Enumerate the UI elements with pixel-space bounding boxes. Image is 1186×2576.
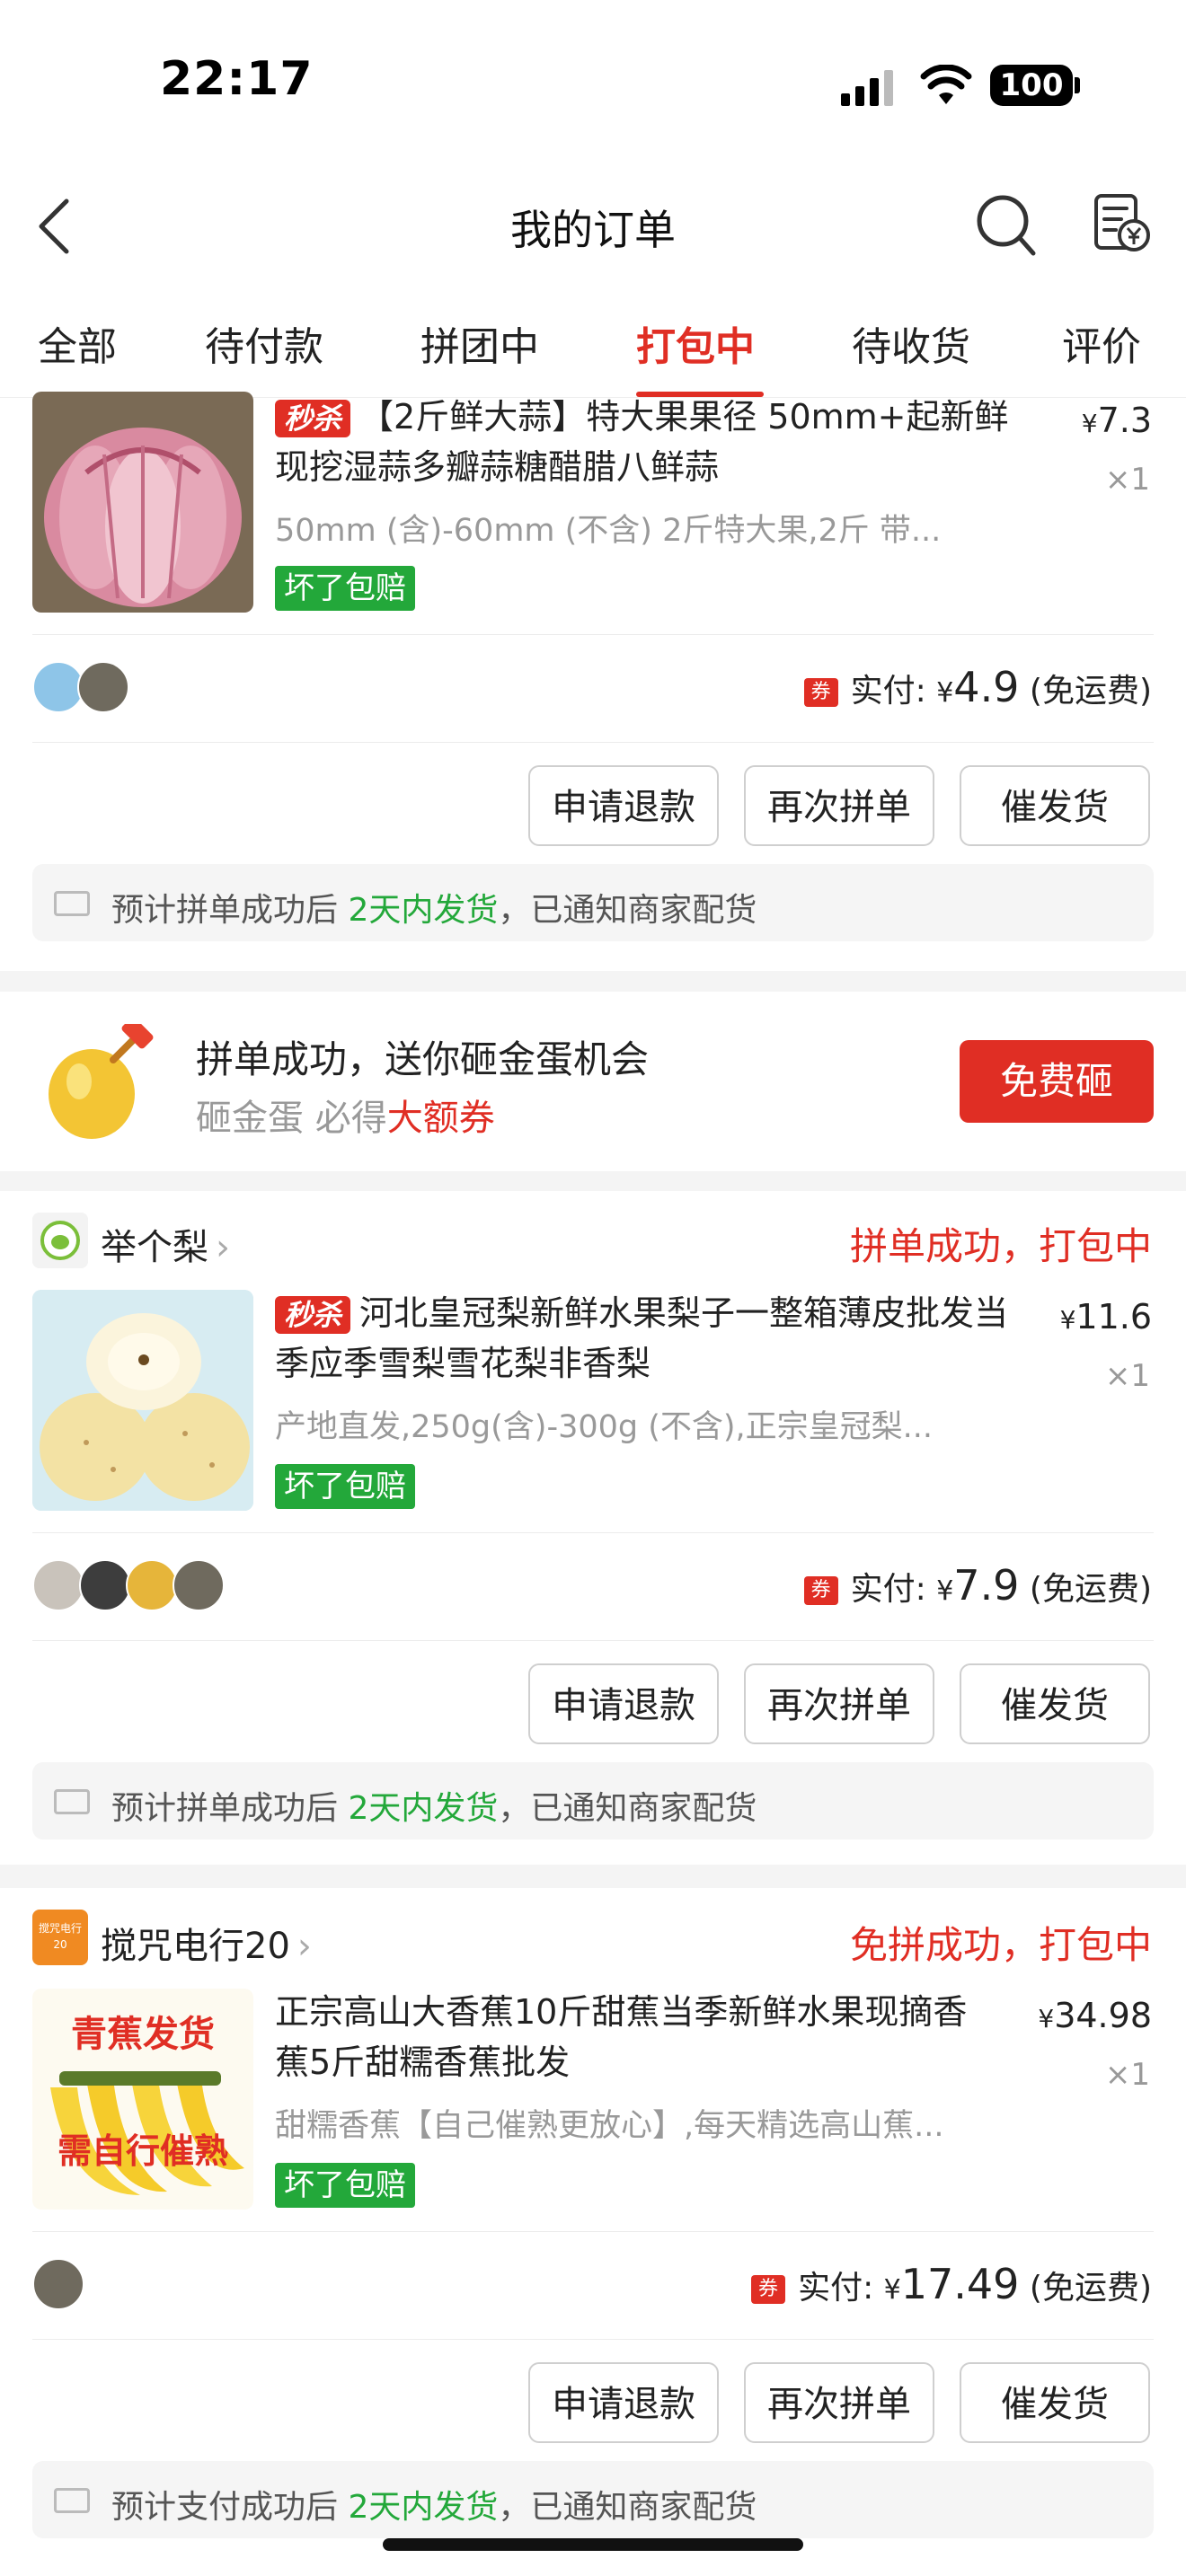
shipping-notice-text: 预计支付成功后 2天内发货，已通知商家配货 [111, 2489, 757, 2526]
home-indicator[interactable] [383, 2538, 803, 2551]
shop-logo[interactable]: 搅咒电行20 [32, 1910, 88, 1965]
egg-promo-title: 拼单成功，送你砸金蛋机会 [196, 1037, 650, 1081]
free-smash-button[interactable]: 免费砸 [960, 1040, 1154, 1123]
request-refund-button[interactable]: 申请退款 [528, 765, 719, 846]
product-image-pear[interactable] [32, 1290, 253, 1511]
avatar [32, 2258, 84, 2310]
package-icon [54, 1789, 90, 1814]
divider [32, 634, 1154, 635]
egg-promo-subtitle: 砸金蛋 必得大额券 [196, 1098, 495, 1139]
flash-sale-badge: 秒杀 [275, 1296, 351, 1334]
guarantee-badge: 坏了包赔 [275, 1464, 415, 1509]
product-price: ¥7.3 [1081, 401, 1152, 440]
bill-icon[interactable] [1091, 192, 1154, 259]
product-title[interactable]: 正宗高山大香蕉10斤甜蕉当季新鲜水果现摘香蕉5斤甜糯香蕉批发 [275, 1987, 985, 2087]
avatar [173, 1559, 225, 1611]
product-name: 【2斤鲜大蒜】特大果果径 50mm+起新鲜现挖湿蒜多瓣蒜糖醋腊八鲜蒜 [275, 397, 1009, 487]
battery-icon: 100 [990, 65, 1073, 106]
shipping-notice: 预计拼单成功后 2天内发货，已通知商家配货 [32, 1762, 1154, 1839]
tab-all[interactable]: 全部 [38, 314, 117, 372]
tab-packing[interactable]: 打包中 [636, 314, 755, 372]
product-spec: 50mm (含)-60mm (不含) 2斤特大果,2斤 带... [275, 513, 942, 549]
signal-icon [841, 70, 898, 110]
package-icon [54, 2488, 90, 2513]
divider [32, 2231, 1154, 2232]
status-time: 22:17 [160, 52, 314, 106]
order-status: 拼单成功，打包中 [849, 1224, 1152, 1268]
paid-amount: 券实付: ¥7.9 (免运费) [803, 1561, 1152, 1610]
paid-amount: 券实付: ¥4.9 (免运费) [803, 663, 1152, 711]
divider [32, 742, 1154, 743]
avatar [79, 1559, 131, 1611]
request-refund-button[interactable]: 申请退款 [528, 2362, 719, 2443]
banana-image-text-bottom: 需自行催熟 [57, 2131, 228, 2171]
product-title[interactable]: 秒杀 河北皇冠梨新鲜水果梨子一整箱薄皮批发当季应季雪梨雪花梨非香梨 [275, 1288, 1021, 1389]
urge-shipping-button[interactable]: 催发货 [960, 765, 1150, 846]
avatar [126, 1559, 178, 1611]
tab-pending-payment[interactable]: 待付款 [205, 314, 323, 372]
shop-name[interactable]: 搅咒电行20 › [101, 1917, 312, 1969]
order-status: 免拼成功，打包中 [849, 1923, 1152, 1967]
coupon-icon: 券 [751, 2275, 786, 2304]
tab-to-receive[interactable]: 待收货 [852, 314, 970, 372]
product-price: ¥11.6 [1059, 1297, 1152, 1337]
reorder-button[interactable]: 再次拼单 [744, 1663, 934, 1744]
chevron-right-icon: › [216, 1227, 230, 1268]
urge-shipping-button[interactable]: 催发货 [960, 1663, 1150, 1744]
search-icon[interactable] [974, 192, 1037, 260]
product-qty: ×1 [1104, 2057, 1150, 2093]
battery-level: 100 [999, 67, 1064, 103]
avatar [32, 1559, 84, 1611]
product-price: ¥34.98 [1038, 1996, 1152, 2035]
package-icon [54, 891, 90, 916]
shop-name[interactable]: 举个梨 › [101, 1218, 230, 1270]
guarantee-badge: 坏了包赔 [275, 566, 415, 611]
divider [32, 1640, 1154, 1641]
tab-group-buying[interactable]: 拼团中 [420, 314, 539, 372]
chevron-right-icon: › [296, 1926, 312, 1967]
avatar [77, 661, 129, 713]
product-qty: ×1 [1104, 462, 1150, 498]
paid-amount: 券实付: ¥17.49 (免运费) [751, 2260, 1152, 2308]
product-title[interactable]: 秒杀 【2斤鲜大蒜】特大果果径 50mm+起新鲜现挖湿蒜多瓣蒜糖醋腊八鲜蒜 [275, 392, 1030, 492]
flash-sale-badge: 秒杀 [275, 400, 351, 437]
request-refund-button[interactable]: 申请退款 [528, 1663, 719, 1744]
product-spec: 产地直发,250g(含)-300g (不含),正宗皇冠梨... [275, 1409, 934, 1445]
product-image-banana[interactable]: 青蕉发货 需自行催熟 [32, 1989, 253, 2210]
coupon-icon: 券 [803, 1576, 838, 1605]
shipping-notice: 预计拼单成功后 2天内发货，已通知商家配货 [32, 864, 1154, 941]
product-image-garlic[interactable] [32, 392, 253, 613]
product-name: 正宗高山大香蕉10斤甜蕉当季新鲜水果现摘香蕉5斤甜糯香蕉批发 [275, 1992, 968, 2082]
wifi-icon [920, 64, 972, 110]
shop-logo[interactable] [32, 1213, 88, 1268]
reorder-button[interactable]: 再次拼单 [744, 2362, 934, 2443]
shipping-notice-text: 预计拼单成功后 2天内发货，已通知商家配货 [111, 892, 757, 929]
divider [32, 2339, 1154, 2340]
shipping-notice-text: 预计拼单成功后 2天内发货，已通知商家配货 [111, 1790, 757, 1827]
golden-egg-icon [36, 1017, 155, 1146]
battery-cap [1075, 77, 1080, 93]
tab-review[interactable]: 评价 [1062, 314, 1141, 372]
shipping-notice: 预计支付成功后 2天内发货，已通知商家配货 [32, 2461, 1154, 2538]
coupon-icon: 券 [803, 678, 838, 707]
product-spec: 甜糯香蕉【自己催熟更放心】,每天精选高山蕉... [275, 2108, 944, 2144]
urge-shipping-button[interactable]: 催发货 [960, 2362, 1150, 2443]
banana-image-text-top: 青蕉发货 [71, 2014, 215, 2055]
tab-bar [0, 286, 1186, 398]
product-name: 河北皇冠梨新鲜水果梨子一整箱薄皮批发当季应季雪梨雪花梨非香梨 [275, 1293, 1009, 1383]
guarantee-badge: 坏了包赔 [275, 2163, 415, 2208]
product-qty: ×1 [1104, 1358, 1150, 1394]
reorder-button[interactable]: 再次拼单 [744, 765, 934, 846]
divider [32, 1532, 1154, 1533]
